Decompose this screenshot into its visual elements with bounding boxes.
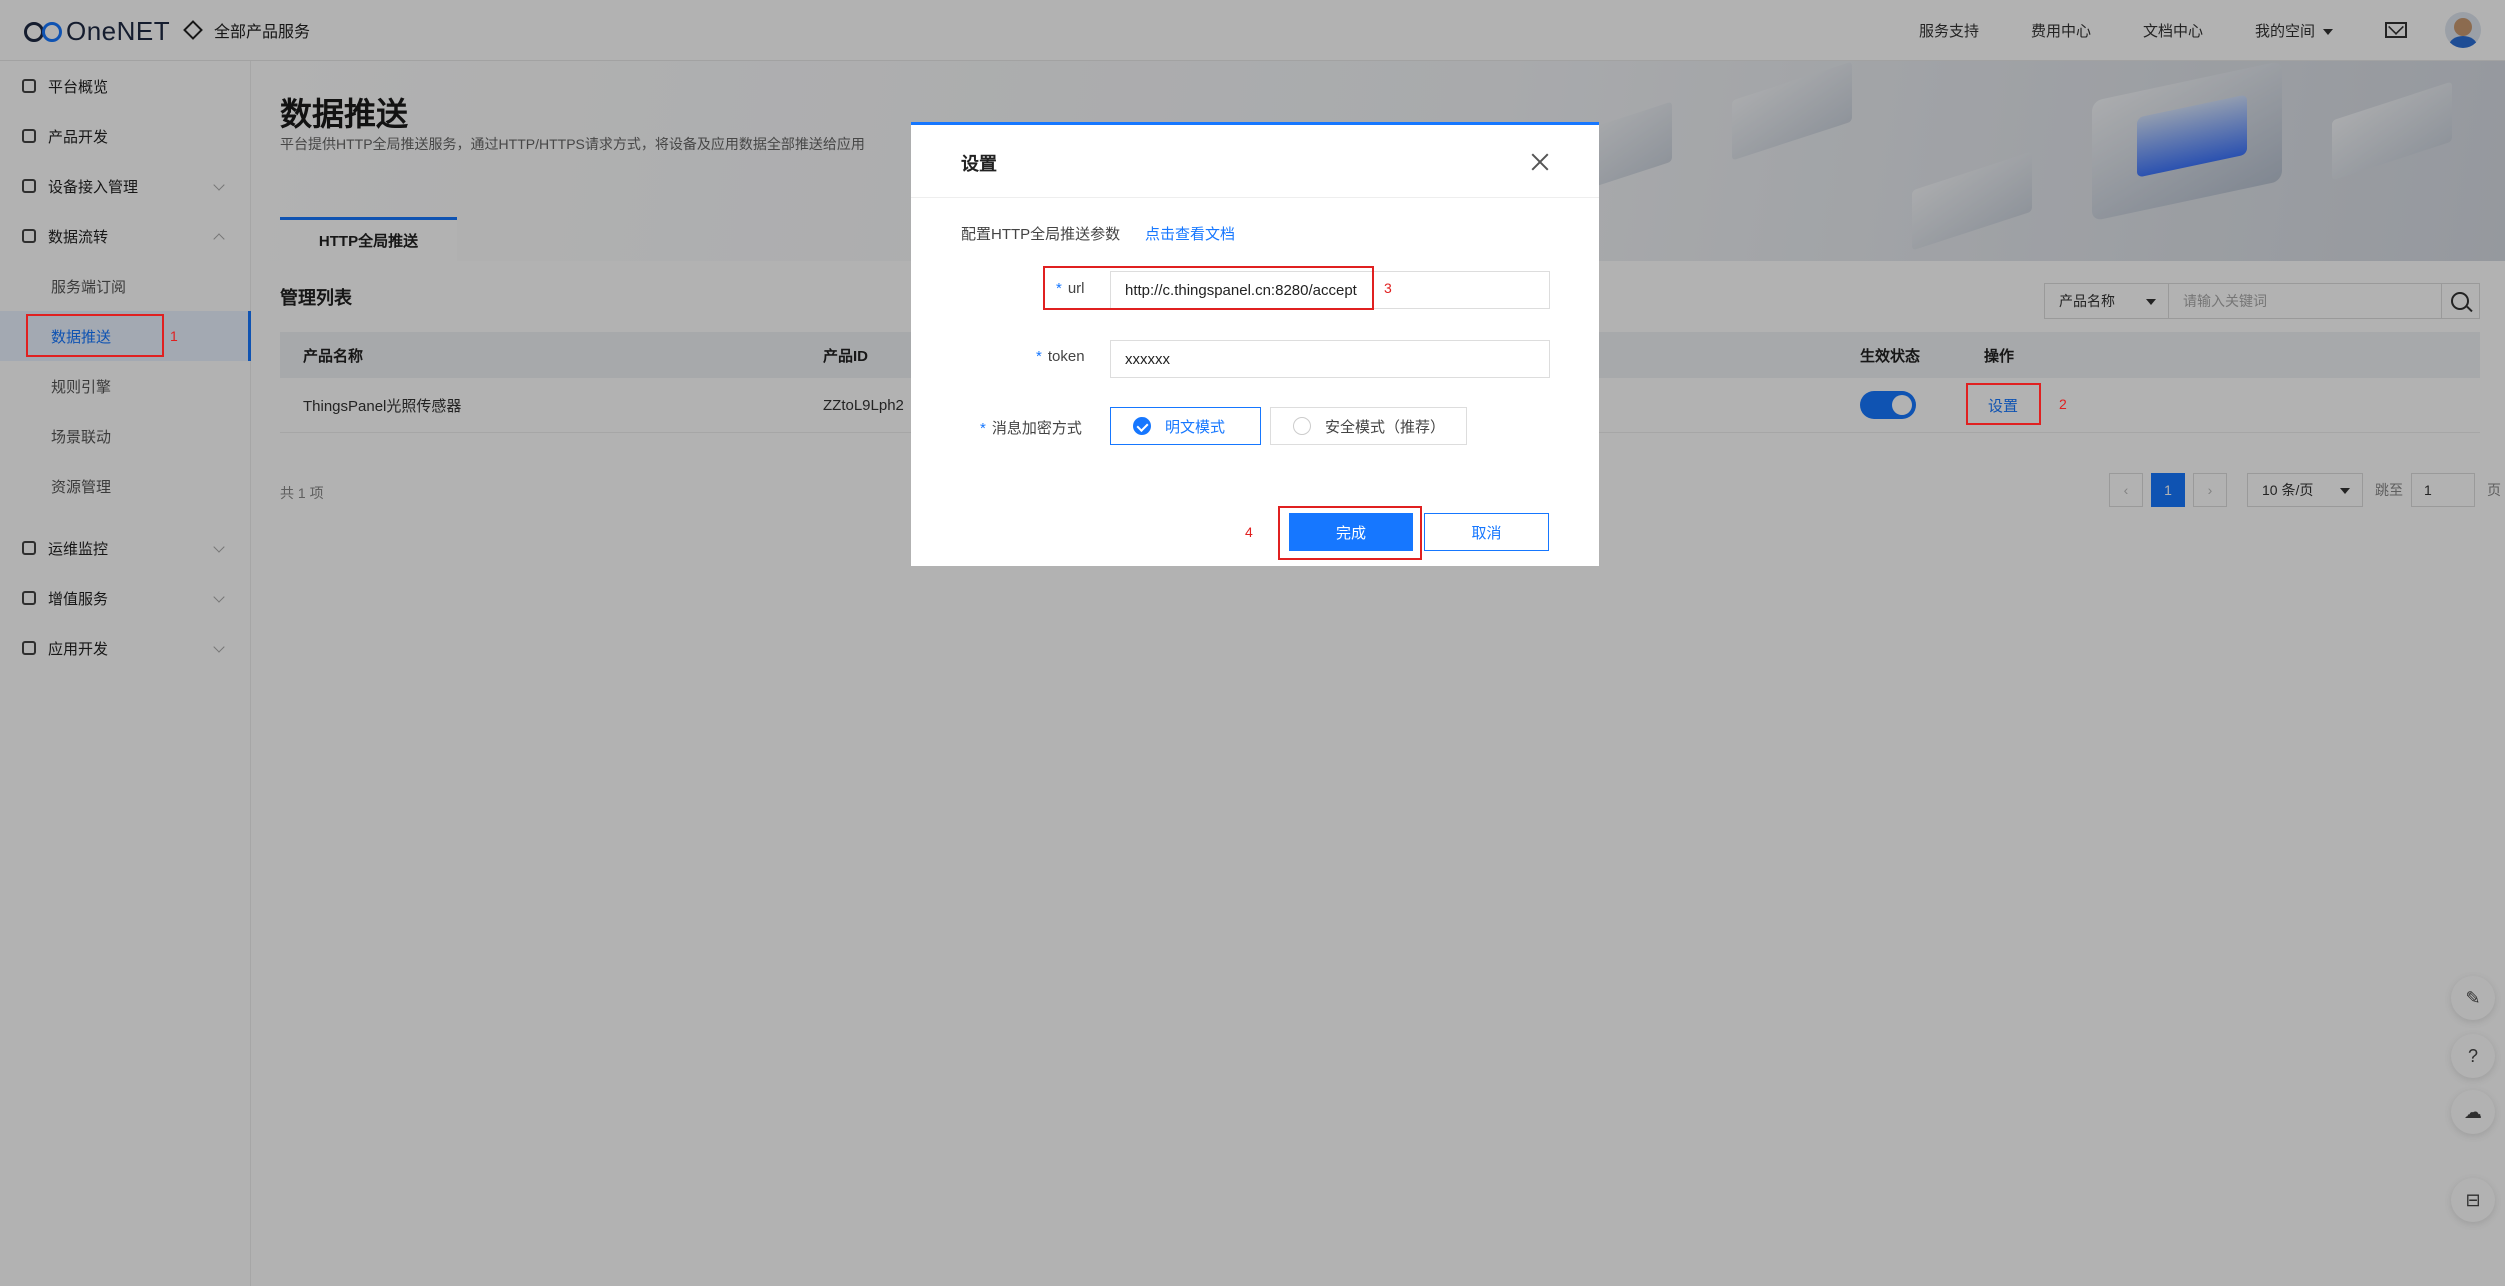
annotation-number-1: 1 xyxy=(170,328,178,344)
annotation-number-4: 4 xyxy=(1245,524,1253,540)
plain-mode-label: 明文模式 xyxy=(1165,418,1226,436)
encrypt-label: * 消息加密方式 xyxy=(980,420,1082,437)
cancel-button[interactable]: 取消 xyxy=(1424,513,1549,551)
annotation-box-1 xyxy=(26,314,164,357)
token-label-text: token xyxy=(1047,348,1085,365)
annotation-box-4 xyxy=(1278,506,1422,560)
plain-mode-radio[interactable]: 明文模式 xyxy=(1110,407,1261,445)
modal-divider xyxy=(911,197,1599,198)
radio-circle-icon xyxy=(1293,417,1311,435)
token-label: * token xyxy=(1036,348,1085,365)
settings-modal: 设置 配置HTTP全局推送参数 点击查看文档 * url http://c.thi… xyxy=(911,122,1599,566)
token-input[interactable]: xxxxxx xyxy=(1110,340,1550,378)
annotation-number-3: 3 xyxy=(1384,280,1392,296)
secure-mode-label: 安全模式（推荐） xyxy=(1325,418,1446,436)
modal-title: 设置 xyxy=(961,154,997,174)
secure-mode-radio[interactable]: 安全模式（推荐） xyxy=(1270,407,1467,445)
encrypt-label-text: 消息加密方式 xyxy=(991,420,1082,437)
check-circle-icon xyxy=(1133,417,1151,435)
close-icon[interactable] xyxy=(1529,151,1551,173)
annotation-box-2 xyxy=(1966,383,2041,425)
doc-link[interactable]: 点击查看文档 xyxy=(1145,223,1235,244)
annotation-number-2: 2 xyxy=(2059,396,2067,412)
config-label: 配置HTTP全局推送参数 xyxy=(961,226,1121,243)
annotation-box-3 xyxy=(1043,266,1374,310)
